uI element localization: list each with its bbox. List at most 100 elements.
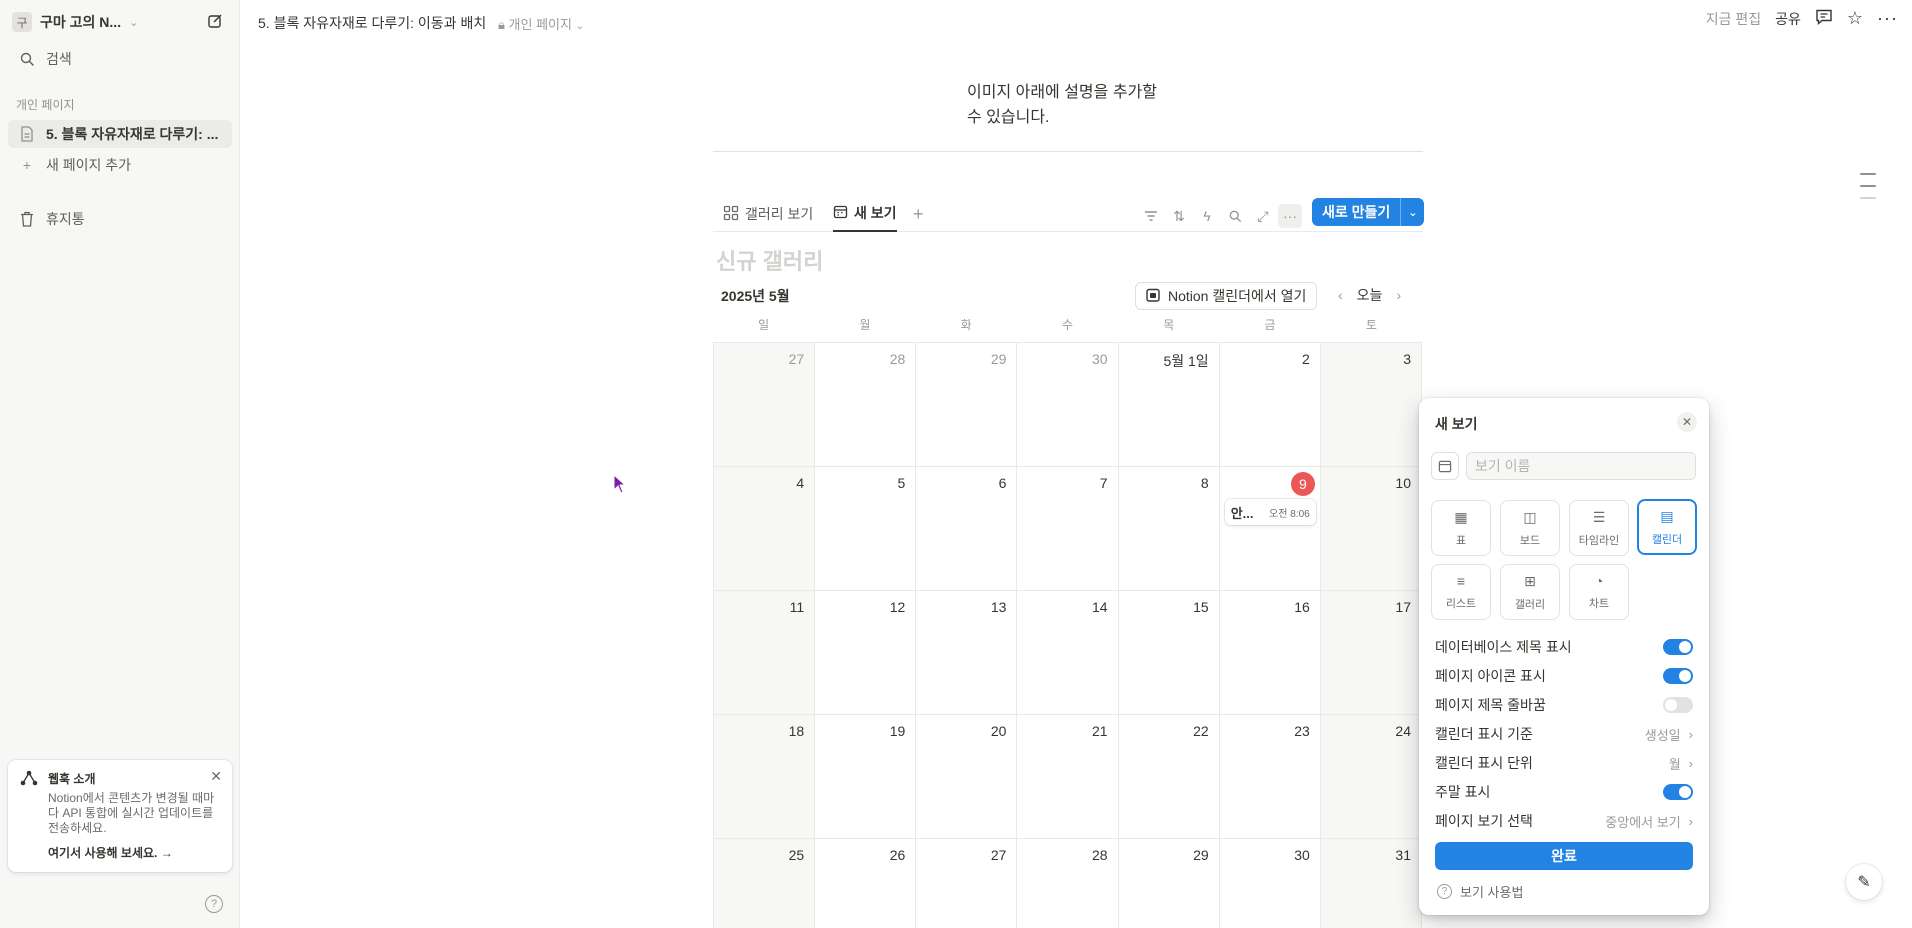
calendar-day[interactable]: 11 [714,591,816,715]
webhook-link[interactable]: 여기서 사용해 보세요. → [48,844,220,861]
month-label: 2025년 5월 [721,288,790,304]
option-label: 페이지 보기 선택 [1435,813,1533,829]
layout-option-timeline[interactable]: ☰ 타임라인 [1569,500,1629,556]
view-name-input[interactable] [1466,452,1696,480]
calendar-day[interactable]: 2 [1219,343,1321,467]
layout-option-gallery[interactable]: ⊞ 갤러리 [1500,564,1560,620]
weekday: 토 [1365,318,1377,332]
open-notion-calendar-button[interactable]: Notion 캘린더에서 열기 [1135,282,1318,310]
ai-assistant-button[interactable]: ✎ [1846,864,1882,900]
chevron-left-icon[interactable]: ‹ [1338,287,1343,303]
sidebar-item-page[interactable]: 5. 블록 자유자재로 다루기: ... [8,120,232,148]
calendar-day[interactable]: 7 [1017,467,1119,591]
calendar-day[interactable]: 24 [1320,715,1422,839]
new-button-label[interactable]: 새로 만들기 [1312,198,1400,226]
calendar-day[interactable]: 10 [1320,467,1422,591]
calendar-day[interactable]: 17 [1320,591,1422,715]
option-page-view[interactable]: 페이지 보기 선택 중앙에서 보기 › [1435,809,1693,833]
close-icon[interactable]: ✕ [210,768,222,785]
view-icon-picker[interactable] [1431,452,1459,480]
calendar-day[interactable]: 27 [916,839,1018,928]
view-help-link[interactable]: ? 보기 사용법 [1437,882,1523,901]
calendar-day[interactable]: 16 [1219,591,1321,715]
sort-icon[interactable]: ⇅ [1167,204,1191,228]
option-calendar-unit[interactable]: 캘린더 표시 단위 월 › [1435,751,1693,775]
comment-icon[interactable] [1815,8,1833,29]
help-icon[interactable]: ? [205,895,223,913]
calendar-day[interactable]: 23 [1219,715,1321,839]
day-number: 12 [889,599,906,615]
wrap-page-title-toggle[interactable] [1663,697,1693,713]
calendar-day[interactable]: 30 [1017,343,1119,467]
new-record-button[interactable]: 새로 만들기 ⌄ [1312,198,1425,226]
chevron-down-icon[interactable]: ⌄ [1400,198,1424,226]
calendar-day[interactable]: 29 [916,343,1018,467]
add-view-icon[interactable]: + [913,196,924,232]
calendar-day[interactable]: 31 [1320,839,1422,928]
calendar-day[interactable]: 18 [714,715,816,839]
layout-option-table[interactable]: ▦ 표 [1431,500,1491,556]
layout-option-list[interactable]: ≡ 리스트 [1431,564,1491,620]
tab-new-view[interactable]: 새 보기 [833,196,897,232]
table-of-contents-indicator[interactable] [1860,173,1876,209]
show-weekends-toggle[interactable] [1663,784,1693,800]
calendar-day[interactable]: 13 [916,591,1018,715]
share-button[interactable]: 공유 [1775,9,1801,29]
layout-option-chart[interactable]: ◔ 차트 [1569,564,1629,620]
tab-gallery-view[interactable]: 갤러리 보기 [723,196,813,232]
more-icon[interactable]: ··· [1877,8,1898,29]
close-icon[interactable]: ✕ [1677,412,1697,432]
image-caption[interactable]: 이미지 아래에 설명을 추가할 수 있습니다. [967,80,1167,130]
today-button[interactable]: 오늘 [1357,285,1383,305]
done-button[interactable]: 완료 [1435,842,1693,870]
workspace-switcher[interactable]: 구 구마 고의 N... ⌄ [12,10,138,34]
calendar-day[interactable]: 5 [815,467,917,591]
calendar-day[interactable]: 6 [916,467,1018,591]
calendar-day[interactable]: 15 [1118,591,1220,715]
calendar-day[interactable]: 14 [1017,591,1119,715]
sidebar-add-page[interactable]: + 새 페이지 추가 [8,151,232,179]
show-db-title-toggle[interactable] [1663,639,1693,655]
gallery-icon: ⊞ [1524,572,1536,589]
day-number: 7 [1099,475,1108,491]
database-title-placeholder[interactable]: 신규 갤러리 [716,244,823,276]
breadcrumb[interactable]: 5. 블록 자유자재로 다루기: 이동과 배치 [258,13,486,33]
event-time: 오전 8:06 [1269,508,1310,520]
day-number: 11 [789,599,805,615]
star-icon[interactable]: ☆ [1847,8,1863,29]
layout-option-board[interactable]: ◫ 보드 [1500,500,1560,556]
day-number: 2 [1302,351,1310,367]
calendar-nav: ‹ 오늘 › [1338,285,1401,305]
calendar-day[interactable]: 21 [1017,715,1119,839]
filter-icon[interactable] [1139,204,1163,228]
search-icon[interactable] [1223,204,1247,228]
show-page-icon-toggle[interactable] [1663,668,1693,684]
layout-option-calendar[interactable]: ▤ 캘린더 [1637,499,1697,555]
calendar-day[interactable]: 29 [1119,839,1220,928]
calendar-day[interactable]: 30 [1220,839,1321,928]
calendar-day[interactable]: 25 [714,839,816,928]
chevron-right-icon[interactable]: › [1396,287,1401,303]
calendar-day[interactable]: 20 [916,715,1018,839]
calendar-day[interactable]: 4 [714,467,816,591]
calendar-day[interactable]: 28 [1017,839,1119,928]
calendar-day[interactable]: 28 [815,343,917,467]
option-calendar-by[interactable]: 캘린더 표시 기준 생성일 › [1435,722,1693,746]
calendar-day[interactable]: 27 [714,343,816,467]
expand-icon[interactable]: ⤢ [1251,204,1275,228]
sidebar-trash[interactable]: 휴지통 [8,205,232,233]
calendar-day[interactable]: 5월 1일 [1118,343,1220,467]
calendar-day[interactable]: 3 [1320,343,1422,467]
calendar-day[interactable]: 8 [1118,467,1220,591]
calendar-day[interactable]: 26 [815,839,917,928]
sidebar-search[interactable]: 검색 [8,45,232,73]
automation-icon[interactable]: ϟ [1195,204,1219,228]
calendar-day[interactable]: 19 [815,715,917,839]
calendar-day[interactable]: 12 [815,591,917,715]
privacy-badge[interactable]: 🔒︎ 개인 페이지 ⌄ [498,14,584,33]
new-page-icon[interactable] [206,12,224,30]
calendar-day[interactable]: 22 [1118,715,1220,839]
calendar-event[interactable]: 안... 오전 8:06 [1224,499,1316,525]
more-icon[interactable]: ··· [1278,204,1302,228]
calendar-day-today[interactable]: 9 안... 오전 8:06 [1219,467,1321,591]
